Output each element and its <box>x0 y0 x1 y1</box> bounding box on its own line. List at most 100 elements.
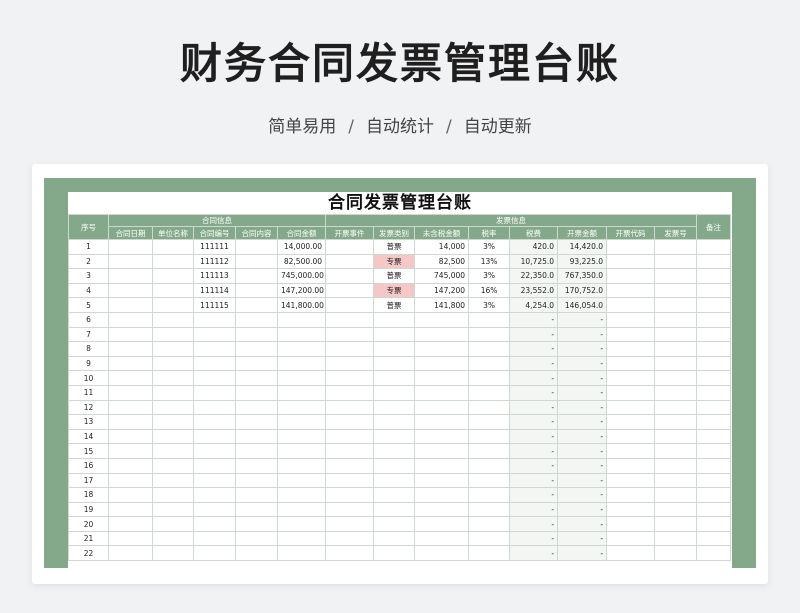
table-cell[interactable] <box>373 399 416 416</box>
cell-invoice-number[interactable] <box>654 239 698 255</box>
cell-tax[interactable]: - <box>509 501 559 518</box>
cell-invoice-type[interactable]: 普票 <box>373 297 416 313</box>
cell-invoice-amount[interactable]: - <box>557 370 608 386</box>
table-cell[interactable] <box>654 384 698 401</box>
table-cell[interactable] <box>373 311 416 328</box>
table-cell[interactable] <box>468 326 511 343</box>
table-cell[interactable] <box>276 516 327 532</box>
table-cell[interactable] <box>606 311 656 328</box>
table-cell[interactable] <box>468 414 511 430</box>
table-cell[interactable] <box>276 428 327 445</box>
cell-tax[interactable]: 22,350.0 <box>509 268 559 284</box>
table-cell[interactable] <box>235 501 278 518</box>
cell-contract-no[interactable]: 111112 <box>193 253 236 270</box>
table-cell[interactable] <box>414 472 470 489</box>
header-column[interactable]: 合同编号 <box>193 226 236 240</box>
table-cell[interactable] <box>276 399 327 416</box>
cell-contract-amount[interactable]: 745,000.00 <box>276 268 327 284</box>
table-cell[interactable] <box>276 341 327 357</box>
cell-seq[interactable]: 17 <box>68 472 109 489</box>
table-cell[interactable] <box>325 545 375 562</box>
table-cell[interactable] <box>414 530 470 547</box>
table-cell[interactable] <box>654 355 698 372</box>
cell-invoice-code[interactable] <box>606 239 656 255</box>
cell-contract-no[interactable]: 111111 <box>193 239 236 255</box>
table-cell[interactable] <box>696 399 732 416</box>
table-cell[interactable] <box>373 516 416 532</box>
table-cell[interactable] <box>606 516 656 532</box>
table-cell[interactable] <box>325 414 375 430</box>
table-cell[interactable] <box>152 501 194 518</box>
table-cell[interactable] <box>235 355 278 372</box>
cell-invoice-type[interactable]: 专票 <box>373 282 416 299</box>
table-cell[interactable] <box>414 384 470 401</box>
header-column[interactable]: 税费 <box>509 226 559 240</box>
table-cell[interactable] <box>606 384 656 401</box>
table-cell[interactable] <box>373 472 416 489</box>
table-cell[interactable] <box>468 472 511 489</box>
cell-invoice-event[interactable] <box>325 239 375 255</box>
cell-tax[interactable]: - <box>509 399 559 416</box>
table-cell[interactable] <box>696 516 732 532</box>
cell-invoice-type[interactable]: 普票 <box>373 268 416 284</box>
cell-seq[interactable]: 22 <box>68 545 109 562</box>
cell-tax[interactable]: - <box>509 472 559 489</box>
table-cell[interactable] <box>152 530 194 547</box>
table-cell[interactable] <box>468 428 511 445</box>
table-cell[interactable] <box>108 516 153 532</box>
table-cell[interactable] <box>193 545 236 562</box>
table-cell[interactable] <box>696 414 732 430</box>
header-column[interactable]: 未含税金额 <box>414 226 470 240</box>
table-cell[interactable] <box>325 370 375 386</box>
table-cell[interactable] <box>654 341 698 357</box>
table-cell[interactable] <box>325 355 375 372</box>
table-cell[interactable] <box>468 545 511 562</box>
table-cell[interactable] <box>276 457 327 474</box>
cell-company[interactable] <box>152 297 194 313</box>
header-column[interactable]: 单位名称 <box>152 226 194 240</box>
cell-seq[interactable]: 19 <box>68 501 109 518</box>
table-cell[interactable] <box>654 457 698 474</box>
table-cell[interactable] <box>414 414 470 430</box>
cell-invoice-amount[interactable]: - <box>557 501 608 518</box>
table-cell[interactable] <box>606 355 656 372</box>
cell-company[interactable] <box>152 268 194 284</box>
table-cell[interactable] <box>414 516 470 532</box>
table-cell[interactable] <box>276 326 327 343</box>
cell-invoice-number[interactable] <box>654 268 698 284</box>
table-cell[interactable] <box>468 384 511 401</box>
cell-invoice-type[interactable]: 普票 <box>373 239 416 255</box>
table-cell[interactable] <box>235 443 278 459</box>
table-cell[interactable] <box>108 472 153 489</box>
table-cell[interactable] <box>414 487 470 503</box>
table-cell[interactable] <box>606 370 656 386</box>
cell-net-amount[interactable]: 745,000 <box>414 268 470 284</box>
cell-tax[interactable]: - <box>509 516 559 532</box>
cell-tax[interactable]: - <box>509 414 559 430</box>
table-cell[interactable] <box>606 472 656 489</box>
table-cell[interactable] <box>654 530 698 547</box>
header-column[interactable]: 发票类别 <box>373 226 416 240</box>
table-cell[interactable] <box>193 311 236 328</box>
table-cell[interactable] <box>108 530 153 547</box>
table-cell[interactable] <box>108 487 153 503</box>
cell-tax-rate[interactable]: 16% <box>468 282 511 299</box>
cell-seq[interactable]: 12 <box>68 399 109 416</box>
header-group-invoice[interactable]: 发票信息 <box>325 214 698 227</box>
table-cell[interactable] <box>325 399 375 416</box>
cell-seq[interactable]: 14 <box>68 428 109 445</box>
table-cell[interactable] <box>193 428 236 445</box>
cell-invoice-number[interactable] <box>654 297 698 313</box>
table-cell[interactable] <box>108 341 153 357</box>
cell-invoice-code[interactable] <box>606 253 656 270</box>
table-cell[interactable] <box>108 443 153 459</box>
table-cell[interactable] <box>235 311 278 328</box>
table-cell[interactable] <box>606 414 656 430</box>
cell-contract-content[interactable] <box>235 253 278 270</box>
cell-invoice-amount[interactable]: - <box>557 414 608 430</box>
cell-tax[interactable]: - <box>509 545 559 562</box>
cell-tax[interactable]: 420.0 <box>509 239 559 255</box>
table-cell[interactable] <box>373 341 416 357</box>
table-cell[interactable] <box>193 472 236 489</box>
table-cell[interactable] <box>235 487 278 503</box>
